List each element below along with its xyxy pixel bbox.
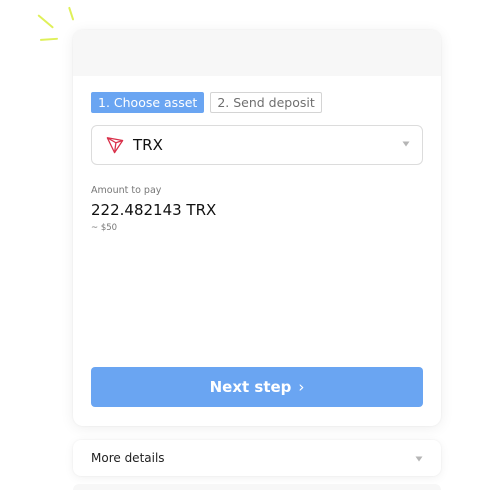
amount-value: 222.482143 TRX: [91, 201, 217, 219]
amount-usd-equivalent: ~ $50: [91, 223, 118, 233]
payment-card: 1. Choose asset 2. Send deposit TRX Amou…: [73, 30, 441, 426]
chevron-right-icon: ›: [298, 378, 305, 396]
next-step-label: Next step: [209, 378, 292, 396]
card-header: [73, 30, 441, 76]
amount-label: Amount to pay: [91, 185, 162, 196]
tron-logo-icon: [106, 136, 124, 154]
chevron-down-icon: [415, 456, 423, 462]
tab-send-deposit[interactable]: 2. Send deposit: [210, 92, 322, 113]
next-section-edge: [73, 484, 441, 490]
next-step-button[interactable]: Next step ›: [91, 367, 423, 407]
page: 1. Choose asset 2. Send deposit TRX Amou…: [0, 0, 500, 490]
asset-select[interactable]: TRX: [91, 125, 423, 165]
step-tabs: 1. Choose asset 2. Send deposit: [91, 92, 322, 113]
tab-choose-asset[interactable]: 1. Choose asset: [91, 92, 205, 113]
more-details-toggle[interactable]: More details: [73, 440, 441, 476]
chevron-down-icon: [402, 141, 410, 147]
more-details-label: More details: [91, 451, 165, 465]
selected-asset: TRX: [133, 136, 163, 154]
